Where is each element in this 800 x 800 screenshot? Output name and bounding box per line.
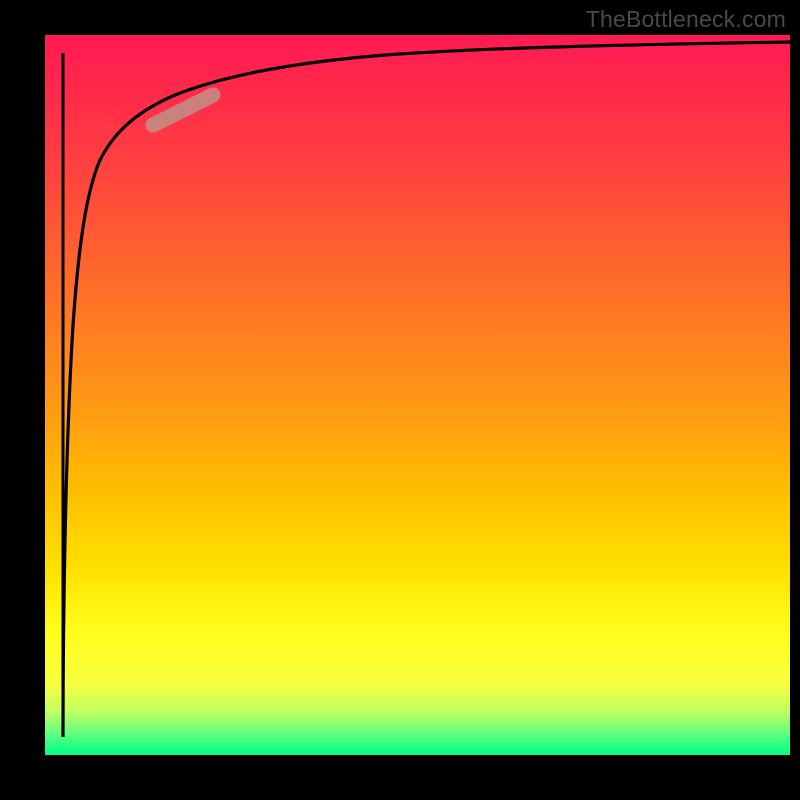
attribution-text: TheBottleneck.com (586, 6, 786, 33)
plot-area (45, 35, 790, 755)
curve-layer (45, 35, 790, 755)
bottleneck-curve (63, 42, 790, 737)
chart-frame: TheBottleneck.com (0, 0, 800, 800)
